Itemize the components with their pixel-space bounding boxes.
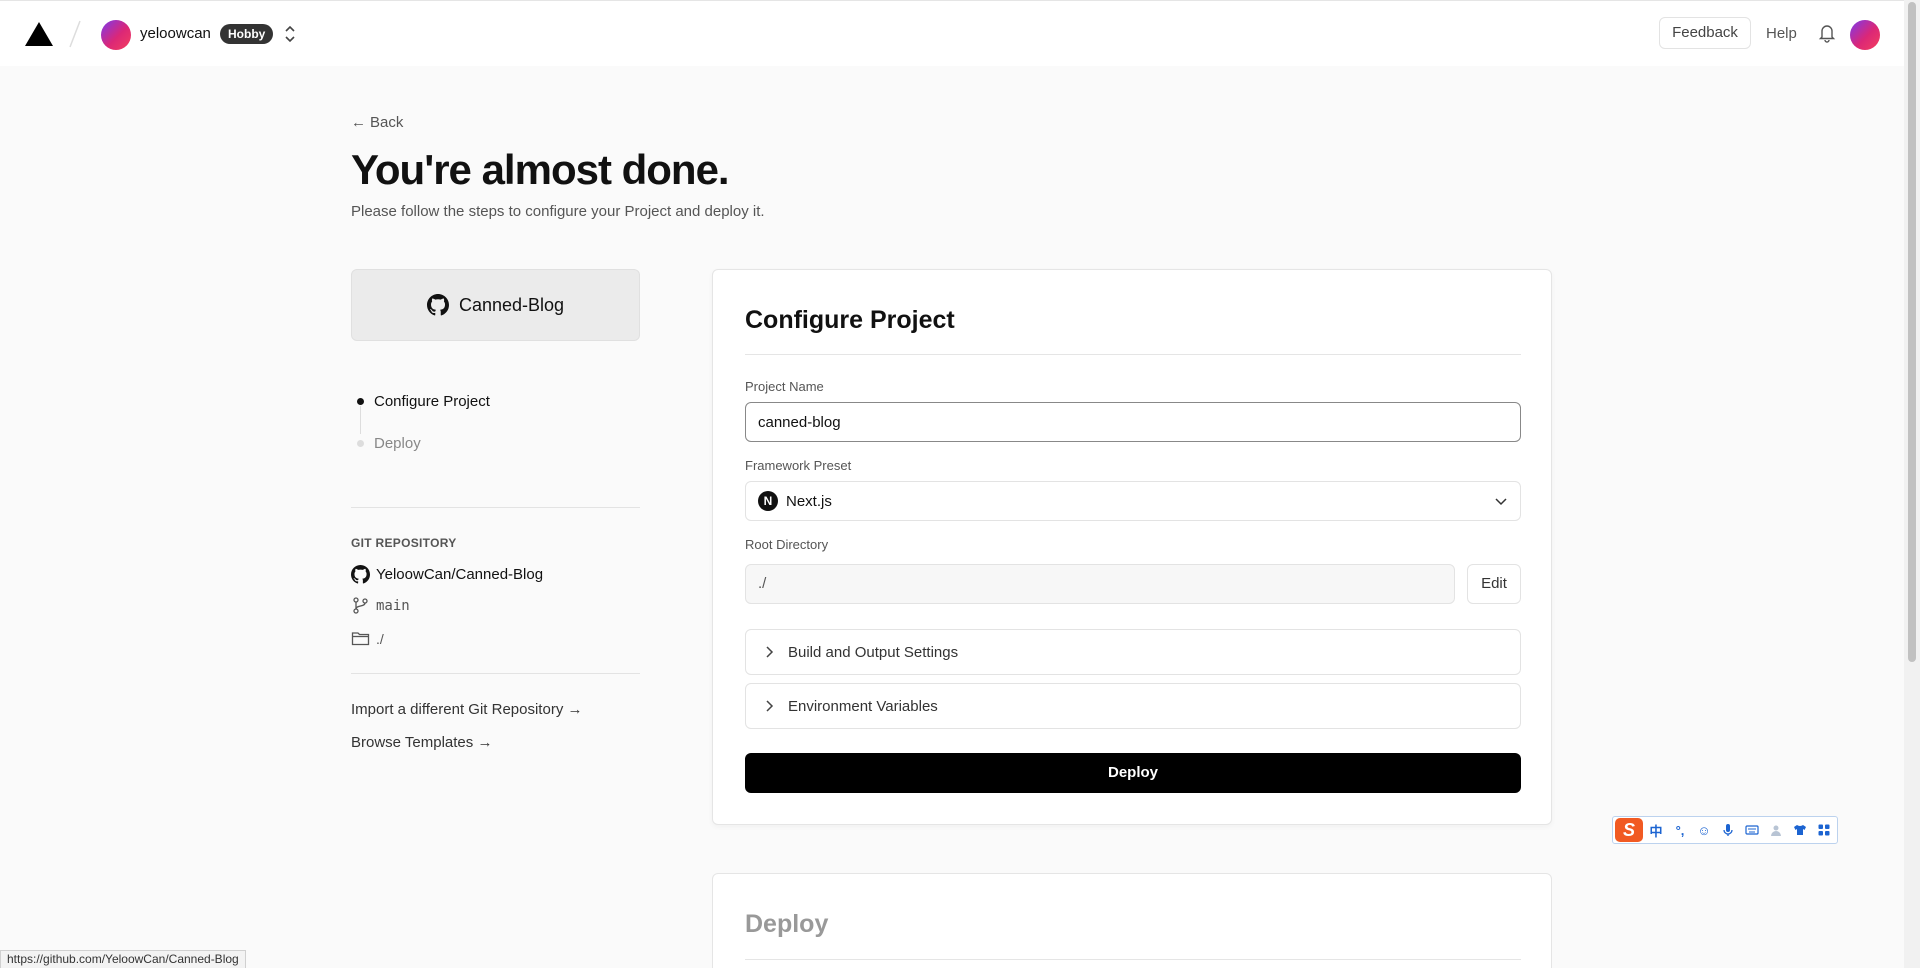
team-name[interactable]: yeloowcan xyxy=(140,25,211,42)
environment-variables-accordion[interactable]: Environment Variables xyxy=(745,683,1521,729)
framework-value: Next.js xyxy=(786,492,832,510)
ime-toolbar: S 中 °, ☺ xyxy=(1612,816,1838,844)
root-directory-label: Root Directory xyxy=(745,537,829,552)
build-output-settings-accordion[interactable]: Build and Output Settings xyxy=(745,629,1521,675)
card-title: Configure Project xyxy=(745,306,955,334)
github-icon xyxy=(351,565,370,584)
configure-project-card: Configure Project Project Name Framework… xyxy=(712,269,1552,825)
chevron-down-icon xyxy=(1495,498,1507,506)
folder-icon xyxy=(351,632,370,646)
git-branch-name: main xyxy=(376,597,410,614)
shirt-icon[interactable] xyxy=(1789,819,1811,841)
accordion-label: Build and Output Settings xyxy=(788,643,959,661)
vercel-logo-icon[interactable] xyxy=(24,21,54,47)
nextjs-icon: N xyxy=(758,491,778,511)
deploy-card-title: Deploy xyxy=(745,910,829,938)
chevron-right-icon xyxy=(766,700,774,712)
help-link[interactable]: Help xyxy=(1766,25,1797,42)
user-icon[interactable] xyxy=(1765,819,1787,841)
root-directory-input: ./ xyxy=(745,564,1455,604)
team-avatar[interactable] xyxy=(101,20,131,50)
browse-templates-link[interactable]: Browse Templates → xyxy=(351,734,492,751)
deploy-button[interactable]: Deploy xyxy=(745,753,1521,793)
status-bar-url: https://github.com/YeloowCan/Canned-Blog xyxy=(0,950,246,968)
top-nav: yeloowcan Hobby Feedback Help xyxy=(0,0,1904,66)
project-name-label: Project Name xyxy=(745,379,824,394)
back-label: Back xyxy=(370,114,404,131)
ime-logo-icon[interactable]: S xyxy=(1615,818,1643,842)
card-divider xyxy=(745,354,1521,355)
step-label: Deploy xyxy=(374,434,421,452)
team-switcher-icon[interactable] xyxy=(282,22,298,46)
accordion-label: Environment Variables xyxy=(788,697,938,715)
repo-card[interactable]: Canned-Blog xyxy=(351,269,640,341)
framework-preset-select[interactable]: N Next.js xyxy=(745,481,1521,521)
step-dot-active xyxy=(357,397,364,405)
edit-root-directory-button[interactable]: Edit xyxy=(1467,564,1521,604)
arrow-left-icon: ← xyxy=(351,114,366,131)
github-icon xyxy=(426,294,449,316)
divider xyxy=(351,673,640,674)
repo-card-label: Canned-Blog xyxy=(458,294,565,315)
grid-icon[interactable] xyxy=(1813,819,1835,841)
scrollbar-thumb[interactable] xyxy=(1908,2,1916,662)
keyboard-icon[interactable] xyxy=(1741,819,1763,841)
page-scrollbar[interactable] xyxy=(1904,0,1920,968)
divider xyxy=(351,507,640,508)
git-branch-icon xyxy=(353,597,368,614)
git-branch-row: main xyxy=(351,596,410,615)
step-deploy: Deploy xyxy=(351,432,421,454)
git-repository-heading: GIT REPOSITORY xyxy=(351,536,457,550)
feedback-button[interactable]: Feedback xyxy=(1659,17,1751,49)
step-label: Configure Project xyxy=(374,392,490,410)
ime-punctuation-button[interactable]: °, xyxy=(1669,819,1691,841)
import-different-repo-link[interactable]: Import a different Git Repository → xyxy=(351,701,582,718)
plan-badge: Hobby xyxy=(220,24,274,44)
step-dot-inactive xyxy=(357,439,364,447)
page-subtitle: Please follow the steps to configure you… xyxy=(351,203,765,220)
ime-chinese-mode-button[interactable]: 中 xyxy=(1645,819,1667,841)
ime-emoji-button[interactable]: ☺ xyxy=(1693,819,1715,841)
notifications-bell-icon[interactable] xyxy=(1818,23,1836,43)
project-name-input[interactable] xyxy=(745,402,1521,442)
back-link[interactable]: ← Back xyxy=(351,114,403,131)
step-configure-project: Configure Project xyxy=(351,390,490,412)
git-repo-name: YeloowCan/Canned-Blog xyxy=(376,566,544,583)
page-title: You're almost done. xyxy=(351,146,730,193)
git-repo-row[interactable]: YeloowCan/Canned-Blog xyxy=(351,565,543,584)
mic-icon[interactable] xyxy=(1717,819,1739,841)
git-directory: ./ xyxy=(376,630,384,647)
chevron-right-icon xyxy=(766,646,774,658)
user-avatar[interactable] xyxy=(1850,20,1880,50)
breadcrumb-separator-icon xyxy=(69,20,81,48)
card-divider xyxy=(745,959,1521,960)
deploy-card: Deploy xyxy=(712,873,1552,968)
git-directory-row: ./ xyxy=(351,629,384,648)
framework-preset-label: Framework Preset xyxy=(745,458,852,473)
